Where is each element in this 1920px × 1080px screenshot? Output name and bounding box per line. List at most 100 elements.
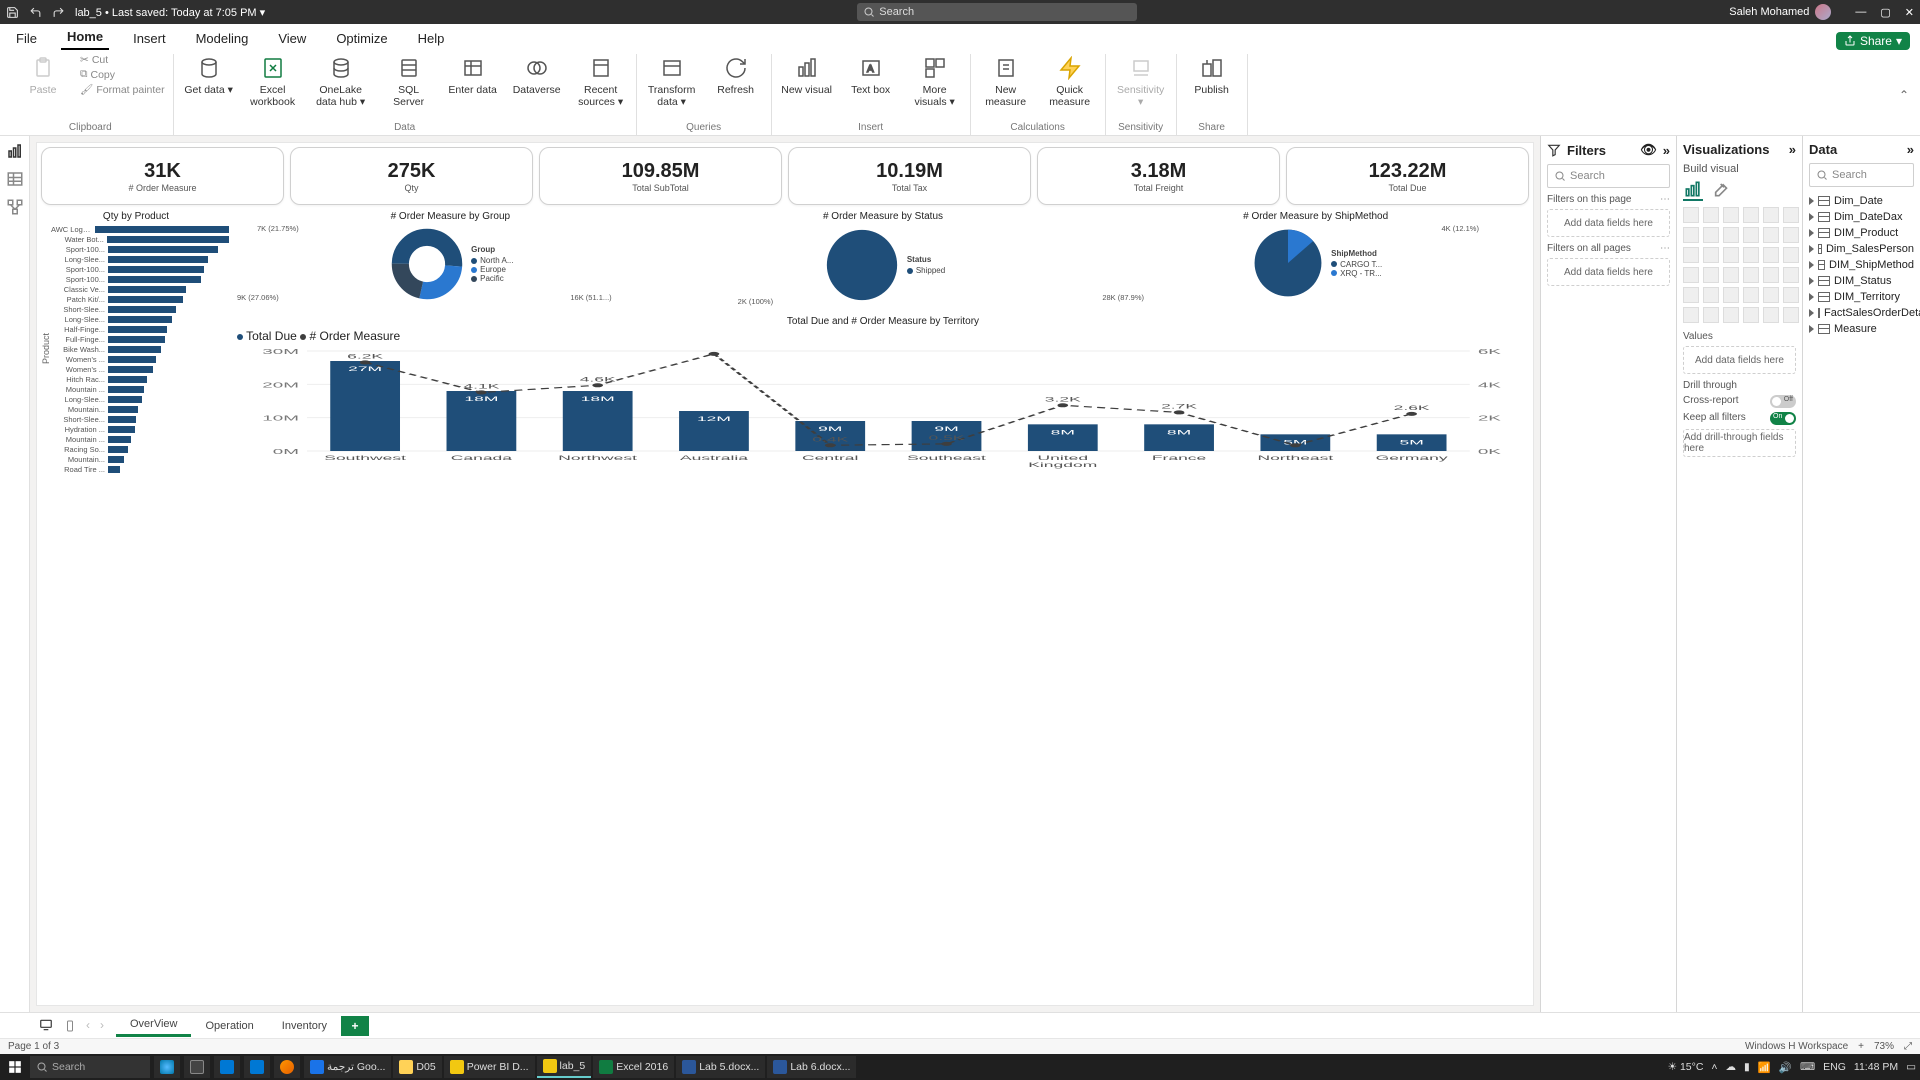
bar-row[interactable]: Short-Slee... bbox=[51, 304, 229, 314]
maximize-icon[interactable]: ▢ bbox=[1880, 6, 1890, 19]
report-canvas[interactable]: 31K# Order Measure 275KQty 109.85MTotal … bbox=[30, 136, 1540, 1012]
taskbar-app[interactable]: ترجمة Goo... bbox=[304, 1056, 391, 1078]
volume-icon[interactable]: 🔊 bbox=[1779, 1061, 1792, 1074]
zoom-level[interactable]: 73% bbox=[1874, 1041, 1894, 1052]
tab-insert[interactable]: Insert bbox=[127, 27, 172, 50]
taskbar-app[interactable]: Lab 6.docx... bbox=[767, 1056, 856, 1078]
viz-type-icon[interactable] bbox=[1683, 247, 1699, 263]
minimize-icon[interactable]: — bbox=[1855, 6, 1866, 19]
viz-type-icon[interactable] bbox=[1763, 287, 1779, 303]
tab-optimize[interactable]: Optimize bbox=[330, 27, 393, 50]
get-data-button[interactable]: Get data ▾ bbox=[182, 54, 236, 96]
more-icon[interactable]: ⋯ bbox=[1660, 243, 1670, 254]
viz-type-icon[interactable] bbox=[1723, 247, 1739, 263]
taskbar-cortana[interactable] bbox=[154, 1056, 180, 1078]
filters-search[interactable]: Search bbox=[1547, 164, 1670, 188]
bar-row[interactable]: Sport-100... bbox=[51, 264, 229, 274]
page-tab-inventory[interactable]: Inventory bbox=[268, 1016, 341, 1036]
add-page-button[interactable]: + bbox=[341, 1016, 369, 1036]
taskbar-mail[interactable] bbox=[214, 1056, 240, 1078]
refresh-button[interactable]: Refresh bbox=[709, 54, 763, 96]
drill-dropzone[interactable]: Add drill-through fields here bbox=[1683, 429, 1796, 457]
viz-type-icon[interactable] bbox=[1743, 207, 1759, 223]
filters-all-dropzone[interactable]: Add data fields here bbox=[1547, 258, 1670, 286]
viz-type-icon[interactable] bbox=[1683, 207, 1699, 223]
keyboard-icon[interactable]: ⌨ bbox=[1800, 1061, 1815, 1073]
collapse-icon[interactable]: » bbox=[1907, 142, 1914, 157]
bar-row[interactable]: Water Bot... bbox=[51, 234, 229, 244]
transform-data-button[interactable]: Transform data ▾ bbox=[645, 54, 699, 108]
viz-type-icon[interactable] bbox=[1723, 287, 1739, 303]
card-qty[interactable]: 275KQty bbox=[290, 147, 533, 205]
account-button[interactable]: Saleh Mohamed bbox=[1729, 4, 1831, 20]
viz-type-icon[interactable] bbox=[1763, 307, 1779, 323]
language-indicator[interactable]: ENG bbox=[1823, 1061, 1846, 1073]
omnibox-search[interactable]: Search bbox=[857, 3, 1137, 21]
viz-type-icon[interactable] bbox=[1743, 227, 1759, 243]
weather-widget[interactable]: ☀ 15°C bbox=[1668, 1061, 1704, 1073]
page-tab-operation[interactable]: Operation bbox=[191, 1016, 267, 1036]
chart-order-by-shipmethod[interactable]: # Order Measure by ShipMethod 4K (12.1%)… bbox=[1102, 209, 1529, 308]
viz-type-icon[interactable] bbox=[1763, 247, 1779, 263]
cloud-icon[interactable]: ☁ bbox=[1726, 1061, 1737, 1073]
sql-button[interactable]: SQL Server bbox=[382, 54, 436, 108]
viz-type-icon[interactable] bbox=[1763, 267, 1779, 283]
card-due[interactable]: 123.22MTotal Due bbox=[1286, 147, 1529, 205]
bar-row[interactable]: Classic Ve... bbox=[51, 284, 229, 294]
excel-button[interactable]: Excel workbook bbox=[246, 54, 300, 108]
viz-type-icon[interactable] bbox=[1783, 227, 1799, 243]
next-page-icon[interactable]: › bbox=[100, 1018, 104, 1034]
fit-page-icon[interactable]: ⤢ bbox=[1904, 1041, 1912, 1052]
collapse-icon[interactable]: » bbox=[1789, 142, 1796, 157]
table-view-icon[interactable] bbox=[6, 170, 24, 188]
wifi-icon[interactable]: 📶 bbox=[1758, 1061, 1771, 1074]
report-page[interactable]: 31K# Order Measure 275KQty 109.85MTotal … bbox=[36, 142, 1534, 1006]
build-tab-icon[interactable] bbox=[1683, 179, 1703, 201]
viz-type-icon[interactable] bbox=[1703, 247, 1719, 263]
more-visuals-button[interactable]: More visuals ▾ bbox=[908, 54, 962, 108]
tab-modeling[interactable]: Modeling bbox=[190, 27, 255, 50]
report-view-icon[interactable] bbox=[6, 142, 24, 160]
desktop-layout-icon[interactable] bbox=[38, 1018, 54, 1034]
share-button[interactable]: Share ▾ bbox=[1836, 32, 1910, 50]
viz-type-icon[interactable] bbox=[1743, 287, 1759, 303]
chart-order-by-status[interactable]: # Order Measure by Status 2K (100%) Stat… bbox=[670, 209, 1097, 308]
viz-type-icon[interactable] bbox=[1683, 287, 1699, 303]
viz-type-icon[interactable] bbox=[1783, 207, 1799, 223]
dataverse-button[interactable]: Dataverse bbox=[510, 54, 564, 96]
tab-home[interactable]: Home bbox=[61, 25, 109, 50]
field-table[interactable]: FactSalesOrderDetail bbox=[1809, 305, 1914, 321]
mobile-layout-icon[interactable] bbox=[64, 1018, 76, 1034]
new-visual-button[interactable]: New visual bbox=[780, 54, 834, 96]
format-tab-icon[interactable] bbox=[1709, 179, 1729, 201]
card-subtotal[interactable]: 109.85MTotal SubTotal bbox=[539, 147, 782, 205]
bar-row[interactable]: Sport-100... bbox=[51, 274, 229, 284]
bar-row[interactable]: Long-Slee... bbox=[51, 254, 229, 264]
tray-chevron-icon[interactable]: ˄ bbox=[1711, 1061, 1717, 1073]
close-icon[interactable]: ✕ bbox=[1905, 6, 1914, 19]
collapse-icon[interactable]: » bbox=[1663, 143, 1670, 158]
start-button[interactable] bbox=[4, 1056, 26, 1078]
card-tax[interactable]: 10.19MTotal Tax bbox=[788, 147, 1031, 205]
add-workspace-icon[interactable]: + bbox=[1858, 1041, 1864, 1052]
viz-type-icon[interactable] bbox=[1783, 247, 1799, 263]
viz-type-icon[interactable] bbox=[1743, 267, 1759, 283]
publish-button[interactable]: Publish bbox=[1185, 54, 1239, 96]
card-order-measure[interactable]: 31K# Order Measure bbox=[41, 147, 284, 205]
clock[interactable]: 11:48 PM bbox=[1854, 1061, 1898, 1073]
model-view-icon[interactable] bbox=[6, 198, 24, 216]
field-table[interactable]: DIM_Territory bbox=[1809, 289, 1914, 305]
viz-type-icon[interactable] bbox=[1743, 247, 1759, 263]
viz-type-icon[interactable] bbox=[1683, 267, 1699, 283]
card-freight[interactable]: 3.18MTotal Freight bbox=[1037, 147, 1280, 205]
viz-type-icon[interactable] bbox=[1723, 267, 1739, 283]
undo-icon[interactable] bbox=[29, 6, 42, 19]
eye-icon[interactable]: 👁 bbox=[1640, 142, 1657, 158]
field-table[interactable]: Dim_DateDax bbox=[1809, 209, 1914, 225]
document-title[interactable]: lab_5 • Last saved: Today at 7:05 PM bbox=[75, 7, 257, 19]
save-icon[interactable] bbox=[6, 6, 19, 19]
viz-type-icon[interactable] bbox=[1703, 287, 1719, 303]
viz-type-icon[interactable] bbox=[1783, 307, 1799, 323]
bar-row[interactable]: Sport-100... bbox=[51, 244, 229, 254]
field-table[interactable]: DIM_ShipMethod bbox=[1809, 257, 1914, 273]
